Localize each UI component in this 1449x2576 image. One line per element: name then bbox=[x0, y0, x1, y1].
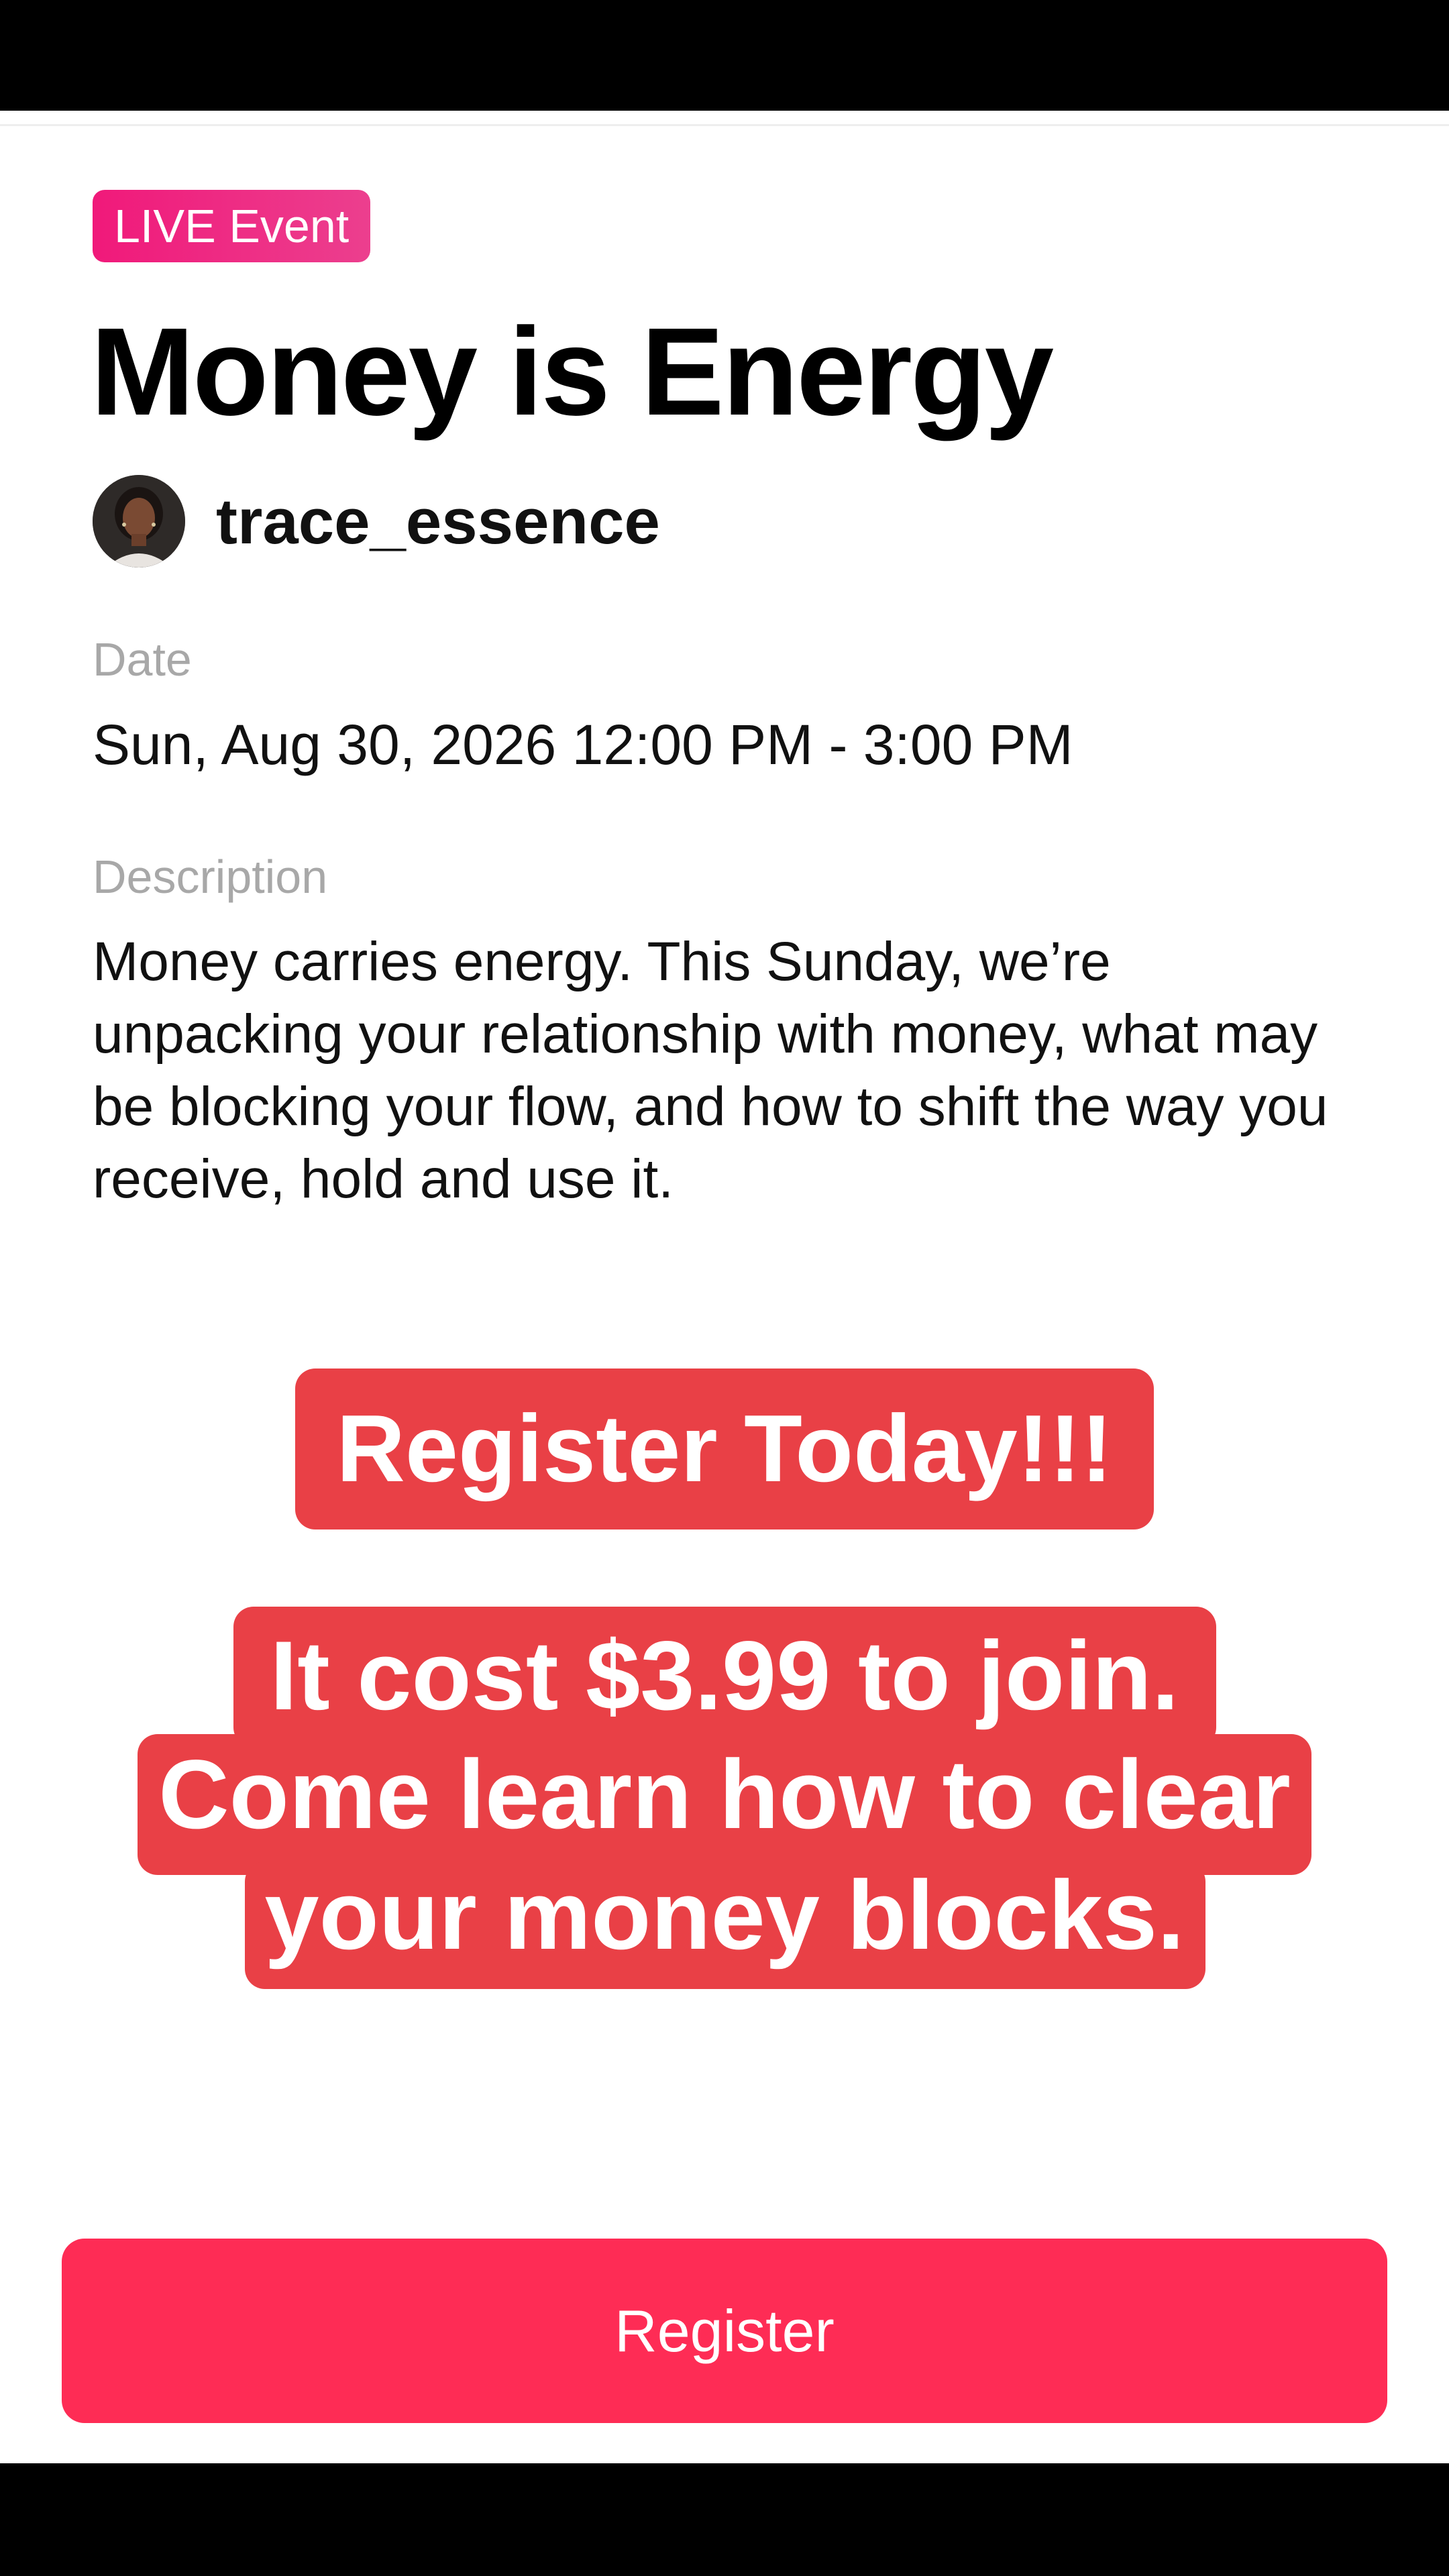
price-sticker-line: It cost $3.99 to join. bbox=[270, 1621, 1179, 1730]
register-today-text: Register Today!!! bbox=[336, 1395, 1113, 1502]
status-bar bbox=[0, 0, 1449, 111]
host-username[interactable]: trace_essence bbox=[216, 482, 660, 562]
description-text: Money carries energy. This Sunday, we’re… bbox=[93, 931, 1328, 1210]
price-sticker-line: your money blocks. bbox=[264, 1860, 1185, 1970]
event-screen: LIVE Event Money is Energy trace_essence… bbox=[0, 0, 1449, 2576]
host-avatar[interactable] bbox=[93, 475, 185, 568]
live-event-badge: LIVE Event bbox=[93, 190, 371, 262]
header-divider bbox=[0, 124, 1449, 126]
register-button[interactable]: Register bbox=[62, 2239, 1387, 2423]
date-label: Date bbox=[93, 633, 192, 686]
avatar-photo-icon bbox=[93, 475, 185, 568]
date-value: Sun, Aug 30, 2026 12:00 PM - 3:00 PM bbox=[93, 713, 1073, 776]
navigation-bar bbox=[0, 2463, 1449, 2576]
price-sticker-line: Come learn how to clear bbox=[158, 1739, 1291, 1849]
description-label: Description bbox=[93, 851, 328, 903]
event-title: Money is Energy bbox=[91, 303, 1054, 441]
